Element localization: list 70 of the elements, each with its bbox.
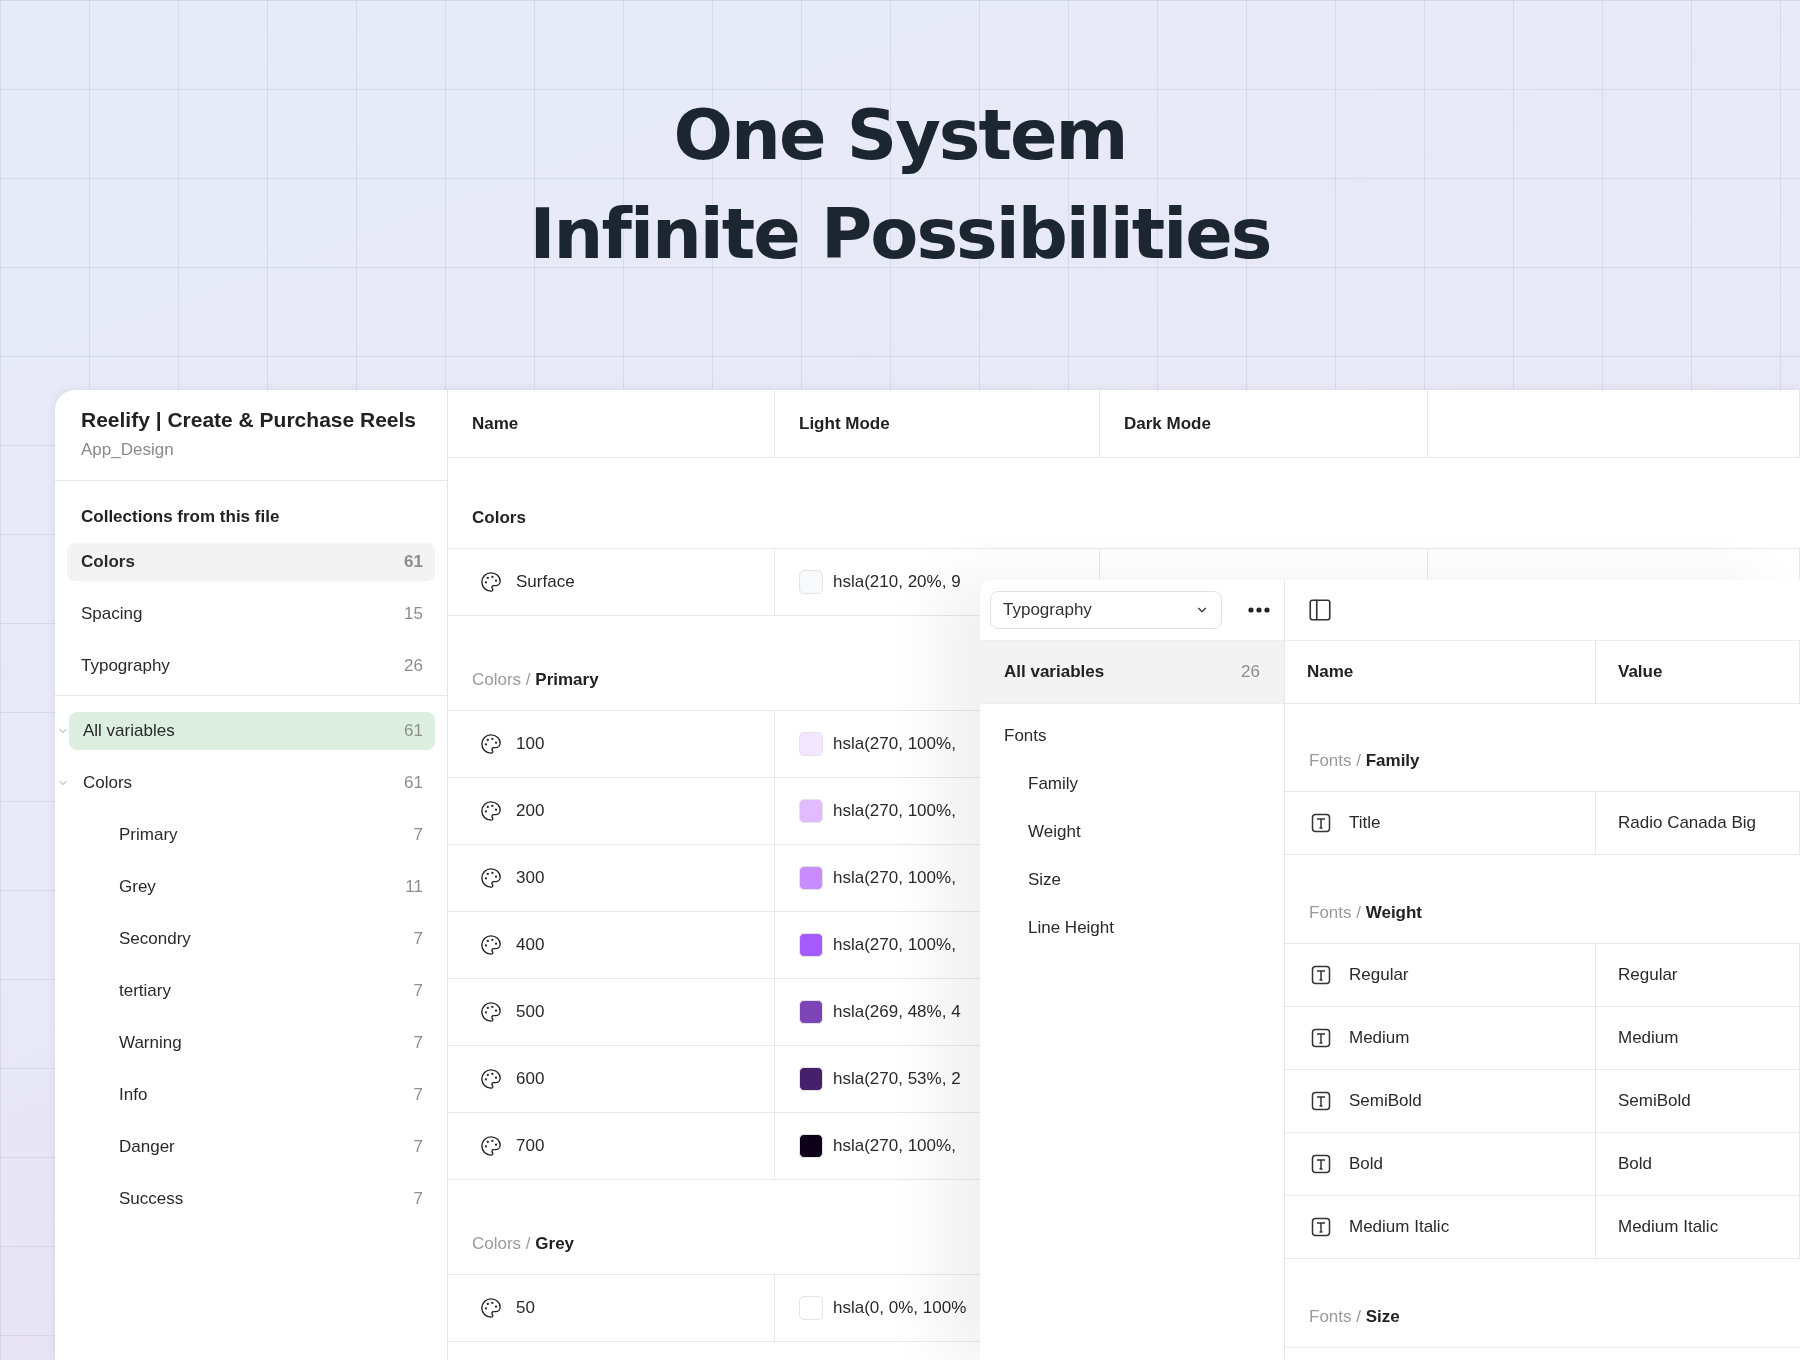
group-heading: Fonts / Size: [1309, 1307, 1400, 1327]
tree-item[interactable]: Grey 11: [67, 868, 435, 906]
table-cell: Radio Canada Big: [1596, 792, 1800, 854]
text-type-icon: [1311, 1154, 1331, 1174]
table-cell: SemiBold: [1285, 1070, 1596, 1132]
text-type-icon: [1311, 1028, 1331, 1048]
table-cell: 100: [448, 711, 775, 777]
all-variables-item[interactable]: All variables 26: [980, 641, 1284, 704]
collection-item[interactable]: Colors 61: [67, 543, 435, 581]
table-cell: Title: [1285, 792, 1596, 854]
palette-icon: [480, 934, 502, 956]
collection-item[interactable]: Typography 26: [67, 647, 435, 685]
table-cell: 500: [448, 979, 775, 1045]
group-heading: Fonts / Weight: [1309, 903, 1423, 923]
tree-item[interactable]: Colors 61: [69, 764, 435, 802]
table-cell: 200: [448, 778, 775, 844]
column-header: Light Mode: [775, 390, 1100, 457]
tree-item[interactable]: Secondry 7: [67, 920, 435, 958]
tree-item[interactable]: Primary 7: [67, 816, 435, 854]
text-type-icon: [1311, 965, 1331, 985]
ellipsis-icon: [1248, 607, 1270, 613]
table-cell: Bold: [1285, 1133, 1596, 1195]
palette-icon: [480, 1068, 502, 1090]
column-header: Name: [1285, 641, 1596, 703]
tree-item[interactable]: Warning 7: [67, 1024, 435, 1062]
headline: Infinite Possibilities: [529, 192, 1271, 277]
group-heading: Colors / Grey: [472, 1234, 575, 1254]
text-type-icon: [1311, 1091, 1331, 1111]
table-cell: 50: [448, 1275, 775, 1341]
file-title: Reelify | Create & Purchase Reels: [81, 408, 418, 432]
collection-item[interactable]: Spacing 15: [67, 595, 435, 633]
table-cell: 700: [448, 1113, 775, 1179]
table-cell: Bold: [1596, 1133, 1800, 1195]
palette-icon: [480, 1135, 502, 1157]
column-header: Value: [1596, 641, 1800, 703]
group-heading: Colors / Primary: [472, 670, 599, 690]
table-cell: Regular: [1285, 944, 1596, 1006]
text-type-icon: [1311, 1217, 1331, 1237]
collection-dropdown[interactable]: Typography: [990, 591, 1222, 629]
table-cell: Medium Italic: [1285, 1196, 1596, 1258]
group-heading: Colors: [472, 508, 526, 528]
tree-item[interactable]: Success 7: [67, 1180, 435, 1218]
table-cell: Medium: [1596, 1007, 1800, 1069]
column-header: Name: [448, 390, 775, 457]
sidebar-toggle-icon[interactable]: [1307, 597, 1333, 623]
palette-icon: [480, 1001, 502, 1023]
palette-icon: [480, 1297, 502, 1319]
table-cell: Medium Italic: [1596, 1196, 1800, 1258]
file-subtitle: App_Design: [81, 440, 175, 460]
tree-item[interactable]: Info 7: [67, 1076, 435, 1114]
more-button[interactable]: [1248, 607, 1270, 613]
palette-icon: [480, 733, 502, 755]
tree-item[interactable]: Danger 7: [67, 1128, 435, 1166]
table-cell: 300: [448, 845, 775, 911]
tree-item[interactable]: All variables 61: [69, 712, 435, 750]
group-heading: Fonts / Family: [1309, 751, 1420, 771]
headline: One System: [673, 93, 1127, 178]
palette-icon: [480, 800, 502, 822]
table-cell: SemiBold: [1596, 1070, 1800, 1132]
column-header: Dark Mode: [1100, 390, 1428, 457]
section-heading: Collections from this file: [80, 506, 281, 528]
table-cell: Regular: [1596, 944, 1800, 1006]
text-type-icon: [1311, 813, 1331, 833]
table-cell: Medium: [1285, 1007, 1596, 1069]
tree-item[interactable]: tertiary 7: [67, 972, 435, 1010]
palette-icon: [480, 867, 502, 889]
palette-icon: [480, 571, 502, 593]
table-cell: Surface: [448, 549, 775, 615]
table-cell: 400: [448, 912, 775, 978]
table-cell: 600: [448, 1046, 775, 1112]
